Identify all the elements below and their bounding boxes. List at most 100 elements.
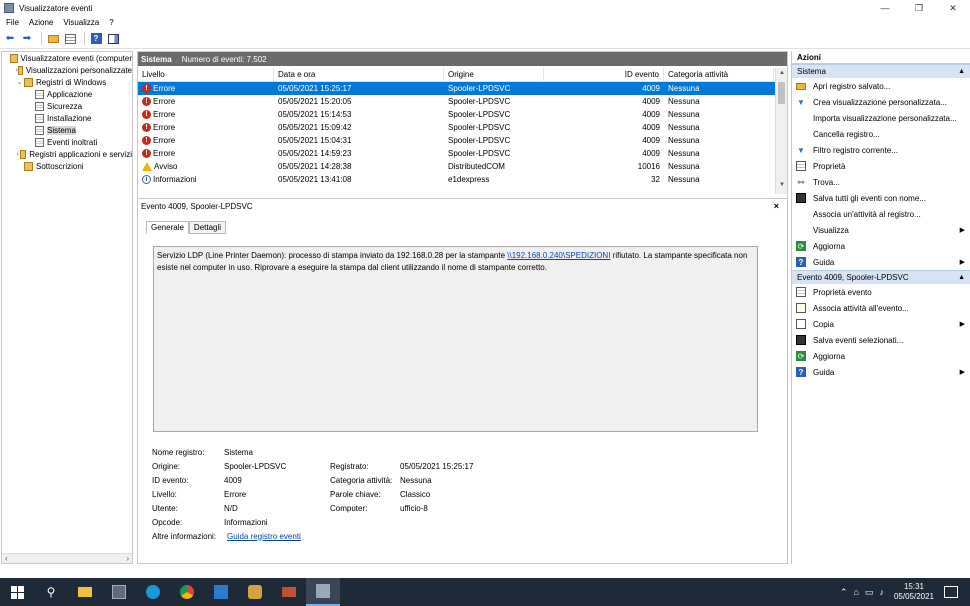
show-hide-action-pane-icon[interactable] bbox=[106, 32, 120, 46]
event-viewer-taskbar-icon[interactable] bbox=[306, 578, 340, 606]
column-header-id[interactable]: ID evento bbox=[544, 68, 664, 82]
action-item[interactable]: ▼ Filtro registro corrente... bbox=[792, 142, 970, 158]
edge-browser-icon[interactable] bbox=[136, 578, 170, 606]
column-header-level[interactable]: Livello bbox=[138, 68, 274, 82]
tree-item[interactable]: › Registri applicazioni e servizi bbox=[2, 148, 132, 160]
expand-arrow-icon[interactable]: ⌄ bbox=[15, 78, 24, 86]
table-row[interactable]: ! Errore 05/05/2021 15:09:42 Spooler-LPDSVC… bbox=[138, 121, 775, 134]
forward-arrow-icon[interactable]: ➡ bbox=[20, 32, 34, 46]
tree-item[interactable]: Eventi inoltrati bbox=[2, 136, 132, 148]
table-row[interactable]: ! Errore 05/05/2021 15:14:53 Spooler-LPDSVC… bbox=[138, 108, 775, 121]
tree-item-label: Visualizzatore eventi (computer bbox=[20, 53, 132, 63]
app-icon-hand[interactable] bbox=[238, 578, 272, 606]
tree-horizontal-scrollbar[interactable]: ‹ › bbox=[2, 553, 132, 563]
event-log-help-link[interactable]: Guida registro eventi bbox=[227, 532, 301, 541]
event-viewer-app-icon bbox=[4, 3, 14, 13]
tree-item[interactable]: Sistema bbox=[2, 124, 132, 136]
tree-item[interactable]: Applicazione bbox=[2, 88, 132, 100]
tree-item[interactable]: Sottoscrizioni bbox=[2, 160, 132, 172]
scrollbar-thumb[interactable] bbox=[778, 82, 785, 104]
chrome-browser-icon[interactable] bbox=[170, 578, 204, 606]
action-item[interactable]: ▼ Crea visualizzazione personalizzata... bbox=[792, 94, 970, 110]
search-icon[interactable]: ⚲ bbox=[34, 578, 68, 606]
action-item[interactable]: Copia ▶ bbox=[792, 316, 970, 332]
scroll-left-icon[interactable]: ‹ bbox=[5, 554, 8, 563]
cell-level: ! Errore bbox=[138, 149, 274, 158]
action-item[interactable]: ⟳ Aggiorna bbox=[792, 348, 970, 364]
notification-icon[interactable] bbox=[944, 586, 958, 598]
actions-section-sistema[interactable]: Sistema ▲ bbox=[792, 64, 970, 78]
printer-path-link[interactable]: \\192.168.0.240\SPEDIZIONI bbox=[507, 251, 610, 260]
close-detail-icon[interactable]: × bbox=[774, 201, 779, 211]
tree-item[interactable]: Installazione bbox=[2, 112, 132, 124]
scroll-down-icon[interactable]: ▼ bbox=[776, 182, 788, 192]
app-icon-toolbox[interactable] bbox=[272, 578, 306, 606]
action-item[interactable]: ⟳ Aggiorna bbox=[792, 238, 970, 254]
tab-generale[interactable]: Generale bbox=[146, 221, 189, 234]
table-row[interactable]: ! Errore 05/05/2021 15:20:05 Spooler-LPDSVC… bbox=[138, 95, 775, 108]
prop-label-event-id: ID evento: bbox=[152, 475, 189, 485]
cell-source: Spooler-LPDSVC bbox=[448, 149, 511, 158]
start-button[interactable] bbox=[0, 578, 34, 606]
table-row[interactable]: ! Errore 05/05/2021 15:04:31 Spooler-LPDSVC… bbox=[138, 134, 775, 147]
action-item[interactable]: Associa un'attività al registro... bbox=[792, 206, 970, 222]
tree-item[interactable]: Visualizzatore eventi (computer bbox=[2, 52, 132, 64]
scroll-up-icon[interactable]: ▲ bbox=[776, 70, 788, 80]
action-item[interactable]: Proprietà bbox=[792, 158, 970, 174]
action-item[interactable]: Apri registro salvato... bbox=[792, 78, 970, 94]
column-header-category[interactable]: Categoria attività bbox=[664, 68, 774, 82]
action-item[interactable]: Salva tutti gli eventi con nome... bbox=[792, 190, 970, 206]
up-folder-icon[interactable] bbox=[46, 32, 60, 46]
menu-azione[interactable]: Azione bbox=[29, 18, 53, 27]
menu-visualizza[interactable]: Visualizza bbox=[63, 18, 99, 27]
table-row[interactable]: i Informazioni 05/05/2021 13:41:08 e1dexpre… bbox=[138, 173, 775, 186]
action-item[interactable]: Cancella registro... bbox=[792, 126, 970, 142]
tab-dettagli[interactable]: Dettagli bbox=[188, 221, 227, 234]
back-arrow-icon[interactable]: ⬅ bbox=[3, 32, 17, 46]
restore-button[interactable]: ❐ bbox=[902, 0, 936, 16]
scroll-right-icon[interactable]: › bbox=[126, 554, 129, 563]
action-item[interactable]: Visualizza ▶ bbox=[792, 222, 970, 238]
tree-item[interactable]: ⌄ Registri di Windows bbox=[2, 76, 132, 88]
folder-icon bbox=[18, 65, 23, 75]
table-row[interactable]: Avviso 05/05/2021 14:28:38 DistributedCOM 1… bbox=[138, 160, 775, 173]
actions-section-event[interactable]: Evento 4009, Spooler-LPDSVC ▲ bbox=[792, 270, 970, 284]
app-icon-blue[interactable] bbox=[204, 578, 238, 606]
action-item[interactable]: Importa visualizzazione personalizzata..… bbox=[792, 110, 970, 126]
action-item[interactable]: ? Guida ▶ bbox=[792, 254, 970, 270]
volume-icon[interactable]: ♪ bbox=[879, 587, 884, 597]
event-table: Livello Data e ora Origine ID evento Cat… bbox=[138, 68, 775, 194]
chevron-up-icon[interactable]: ⌃ bbox=[840, 587, 848, 598]
column-header-source[interactable]: Origine bbox=[444, 68, 544, 82]
column-header-date[interactable]: Data e ora bbox=[274, 68, 444, 82]
help-icon[interactable]: ? bbox=[89, 32, 103, 46]
action-item[interactable]: Salva eventi selezionati... bbox=[792, 332, 970, 348]
center-pane: Sistema Numero di eventi: 7.502 Livello … bbox=[137, 51, 788, 564]
action-item[interactable]: ⚯ Trova... bbox=[792, 174, 970, 190]
file-explorer-icon[interactable] bbox=[68, 578, 102, 606]
minimize-button[interactable]: — bbox=[868, 0, 902, 16]
collapse-icon[interactable]: ▲ bbox=[958, 68, 965, 75]
collapse-icon[interactable]: ▲ bbox=[958, 274, 965, 281]
table-vertical-scrollbar[interactable]: ▲ ▼ bbox=[775, 68, 787, 194]
close-button[interactable]: ✕ bbox=[936, 0, 970, 16]
action-item[interactable]: ? Guida ▶ bbox=[792, 364, 970, 380]
clock[interactable]: 15:31 05/05/2021 bbox=[894, 582, 934, 602]
event-count: Numero di eventi: 7.502 bbox=[181, 54, 267, 64]
cell-source: Spooler-LPDSVC bbox=[448, 123, 511, 132]
tree-item[interactable]: › Visualizzazioni personalizzate bbox=[2, 64, 132, 76]
action-item[interactable]: Associa attività all'evento... bbox=[792, 300, 970, 316]
cell-date: 05/05/2021 14:59:23 bbox=[278, 149, 352, 158]
network-icon[interactable]: ⌂ bbox=[854, 587, 859, 597]
menu-file[interactable]: File bbox=[6, 18, 19, 27]
prop-value-computer: ufficio-8 bbox=[400, 503, 428, 513]
table-row[interactable]: ! Errore 05/05/2021 15:25:17 Spooler-LPDSVC… bbox=[138, 82, 775, 95]
show-hide-console-tree-icon[interactable] bbox=[63, 32, 77, 46]
table-row[interactable]: ! Errore 05/05/2021 14:59:23 Spooler-LPDSVC… bbox=[138, 147, 775, 160]
calculator-icon[interactable] bbox=[102, 578, 136, 606]
action-item[interactable]: Proprietà evento bbox=[792, 284, 970, 300]
submenu-arrow-icon: ▶ bbox=[959, 321, 965, 328]
tree-item[interactable]: Sicurezza bbox=[2, 100, 132, 112]
menu-help[interactable]: ? bbox=[109, 18, 113, 27]
language-icon[interactable]: ▭ bbox=[865, 587, 874, 598]
